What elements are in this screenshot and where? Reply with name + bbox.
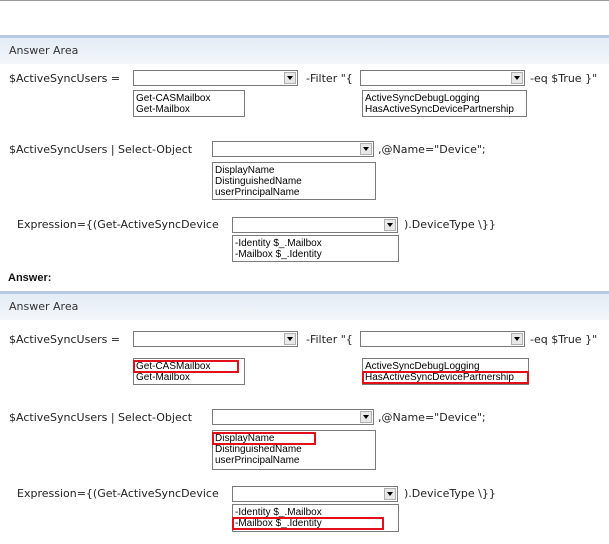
answer-area-header: Answer Area — [0, 291, 609, 320]
option-activesync-debug-logging[interactable]: ActiveSyncDebugLogging — [363, 93, 526, 104]
line2-prefix: $ActiveSyncUsers | Select-Object — [9, 411, 193, 424]
chevron-down-icon[interactable] — [360, 411, 372, 423]
solution-answer-area: Answer Area $ActiveSyncUsers = Get-CASMa… — [0, 291, 609, 541]
answer-area-title: Answer Area — [9, 44, 79, 57]
option-identity-mailbox[interactable]: -Identity $_.Mailbox — [233, 238, 398, 249]
identity-dropdown[interactable] — [232, 486, 398, 502]
name-property-options-list: DisplayName DistinguishedName userPrinci… — [212, 162, 376, 200]
line1-filter: -Filter "{ — [306, 333, 353, 346]
property-options-list: ActiveSyncDebugLogging HasActiveSyncDevi… — [362, 358, 529, 385]
question-answer-area: Answer Area $ActiveSyncUsers = Get-CASMa… — [0, 35, 609, 265]
line1-filter: -Filter "{ — [306, 72, 353, 85]
property-dropdown[interactable] — [360, 70, 525, 86]
chevron-down-icon[interactable] — [384, 488, 396, 500]
chevron-down-icon[interactable] — [384, 219, 396, 231]
line1-prefix: $ActiveSyncUsers = — [9, 333, 121, 346]
top-divider — [0, 0, 609, 1]
line1-suffix: -eq $True }" — [530, 333, 598, 346]
identity-options-list: -Identity $_.Mailbox -Mailbox $_.Identit… — [232, 504, 399, 532]
chevron-down-icon[interactable] — [284, 72, 296, 84]
line3-prefix: Expression={(Get-ActiveSyncDevice — [17, 487, 219, 500]
chevron-down-icon[interactable] — [360, 143, 372, 155]
cmdlet-dropdown[interactable] — [133, 331, 298, 347]
option-identity-mailbox[interactable]: -Identity $_.Mailbox — [233, 507, 398, 518]
option-mailbox-identity-selected[interactable]: -Mailbox $_.Identity — [232, 517, 384, 530]
option-distinguished-name[interactable]: DistinguishedName — [213, 176, 375, 187]
cmdlet-dropdown[interactable] — [133, 70, 298, 86]
line2-suffix: ,@Name="Device"; — [378, 143, 486, 156]
name-property-options-list: DisplayName DistinguishedName userPrinci… — [212, 430, 376, 470]
property-dropdown[interactable] — [360, 331, 525, 347]
line3-prefix: Expression={(Get-ActiveSyncDevice — [17, 218, 219, 231]
option-user-principal-name[interactable]: userPrincipalName — [213, 187, 375, 198]
cmdlet-options-list: Get-CASMailbox Get-Mailbox — [133, 358, 245, 385]
line3-suffix: ).DeviceType \}} — [404, 487, 496, 500]
option-user-principal-name[interactable]: userPrincipalName — [213, 455, 375, 466]
cmdlet-options-list: Get-CASMailbox Get-Mailbox — [133, 90, 245, 117]
answer-area-title: Answer Area — [9, 300, 79, 313]
answer-area-header: Answer Area — [0, 35, 609, 64]
line1-suffix: -eq $True }" — [530, 72, 598, 85]
chevron-down-icon[interactable] — [511, 333, 523, 345]
identity-options-list: -Identity $_.Mailbox -Mailbox $_.Identit… — [232, 235, 399, 262]
answer-label: Answer: — [8, 272, 52, 284]
chevron-down-icon[interactable] — [511, 72, 523, 84]
option-display-name-selected[interactable]: DisplayName — [212, 432, 316, 445]
option-get-mailbox[interactable]: Get-Mailbox — [134, 372, 244, 383]
option-get-mailbox[interactable]: Get-Mailbox — [134, 104, 244, 115]
option-has-activesync-device-partnership[interactable]: HasActiveSyncDevicePartnership — [363, 104, 526, 115]
option-get-casmailbox-selected[interactable]: Get-CASMailbox — [133, 360, 239, 373]
option-distinguished-name[interactable]: DistinguishedName — [213, 444, 375, 455]
name-property-dropdown[interactable] — [212, 409, 374, 425]
property-options-list: ActiveSyncDebugLogging HasActiveSyncDevi… — [362, 90, 527, 117]
line3-suffix: ).DeviceType \}} — [404, 218, 496, 231]
option-display-name[interactable]: DisplayName — [213, 165, 375, 176]
option-mailbox-identity[interactable]: -Mailbox $_.Identity — [233, 249, 398, 260]
chevron-down-icon[interactable] — [284, 333, 296, 345]
option-has-activesync-device-partnership-selected[interactable]: HasActiveSyncDevicePartnership — [362, 371, 529, 384]
identity-dropdown[interactable] — [232, 217, 398, 233]
line2-suffix: ,@Name="Device"; — [378, 411, 486, 424]
name-property-dropdown[interactable] — [212, 141, 374, 157]
option-activesync-debug-logging[interactable]: ActiveSyncDebugLogging — [363, 361, 528, 372]
option-get-casmailbox[interactable]: Get-CASMailbox — [134, 93, 244, 104]
line2-prefix: $ActiveSyncUsers | Select-Object — [9, 143, 193, 156]
line1-prefix: $ActiveSyncUsers = — [9, 72, 121, 85]
